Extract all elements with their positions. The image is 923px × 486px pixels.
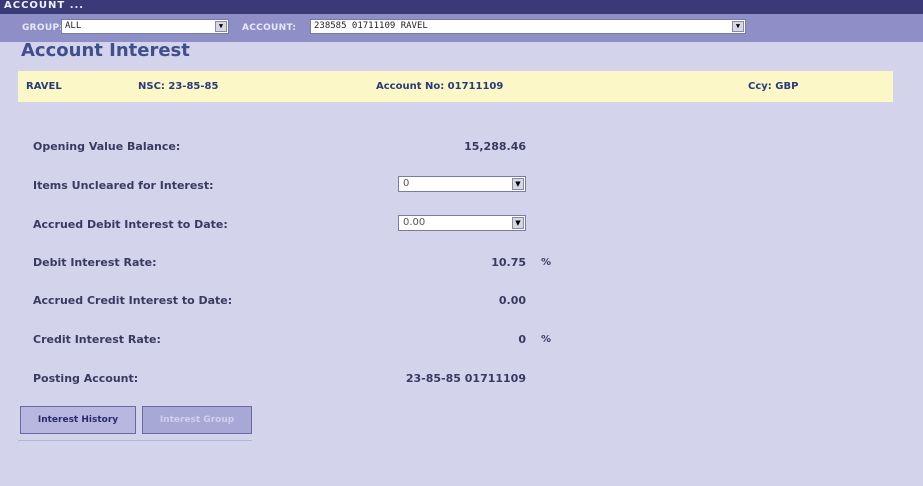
group-select-value: ALL bbox=[65, 21, 82, 31]
opening-balance-value: 15,288.46 bbox=[464, 140, 526, 153]
page-title: Account Interest bbox=[21, 40, 190, 61]
accrued-credit-label: Accrued Credit Interest to Date: bbox=[33, 294, 233, 307]
selector-bar: GROUP: ALL ▼ ACCOUNT: 238585 01711109 RA… bbox=[0, 14, 923, 42]
items-uncleared-value: 0 bbox=[403, 178, 410, 189]
currency: Ccy: GBP bbox=[748, 81, 799, 92]
posting-account-label: Posting Account: bbox=[33, 372, 139, 385]
account-number: Account No: 01711109 bbox=[376, 81, 504, 92]
account-info-bar: RAVEL NSC: 23-85-85 Account No: 01711109… bbox=[18, 71, 893, 102]
debit-rate-label: Debit Interest Rate: bbox=[33, 256, 157, 269]
divider bbox=[18, 440, 252, 441]
credit-rate-unit: % bbox=[541, 334, 552, 345]
accrued-debit-label: Accrued Debit Interest to Date: bbox=[33, 218, 228, 231]
account-name: RAVEL bbox=[26, 81, 62, 92]
interest-history-button[interactable]: Interest History bbox=[20, 406, 136, 434]
items-uncleared-label: Items Uncleared for Interest: bbox=[33, 179, 214, 192]
account-select[interactable]: 238585 01711109 RAVEL ▼ bbox=[310, 19, 746, 34]
group-select[interactable]: ALL ▼ bbox=[61, 19, 229, 34]
accrued-debit-select[interactable]: 0.00 ▼ bbox=[398, 215, 526, 231]
nsc-code: NSC: 23-85-85 bbox=[138, 81, 219, 92]
group-label: GROUP: bbox=[22, 23, 64, 33]
chevron-down-icon[interactable]: ▼ bbox=[512, 178, 524, 190]
credit-rate-value: 0 bbox=[518, 333, 526, 346]
interest-group-button: Interest Group bbox=[142, 406, 252, 434]
chevron-down-icon[interactable]: ▼ bbox=[512, 217, 524, 229]
account-label: ACCOUNT: bbox=[242, 23, 297, 33]
debit-rate-value: 10.75 bbox=[491, 256, 526, 269]
accrued-credit-value: 0.00 bbox=[498, 294, 526, 307]
items-uncleared-select[interactable]: 0 ▼ bbox=[398, 176, 526, 192]
opening-balance-label: Opening Value Balance: bbox=[33, 140, 181, 153]
window-title-bar: ACCOUNT ... bbox=[0, 0, 923, 14]
chevron-down-icon[interactable]: ▼ bbox=[215, 21, 227, 32]
window-title: ACCOUNT ... bbox=[4, 0, 85, 11]
posting-account-value: 23-85-85 01711109 bbox=[405, 372, 526, 385]
account-select-value: 238585 01711109 RAVEL bbox=[314, 21, 428, 31]
debit-rate-unit: % bbox=[541, 257, 552, 268]
chevron-down-icon[interactable]: ▼ bbox=[732, 21, 744, 32]
accrued-debit-value: 0.00 bbox=[403, 217, 426, 228]
credit-rate-label: Credit Interest Rate: bbox=[33, 333, 161, 346]
